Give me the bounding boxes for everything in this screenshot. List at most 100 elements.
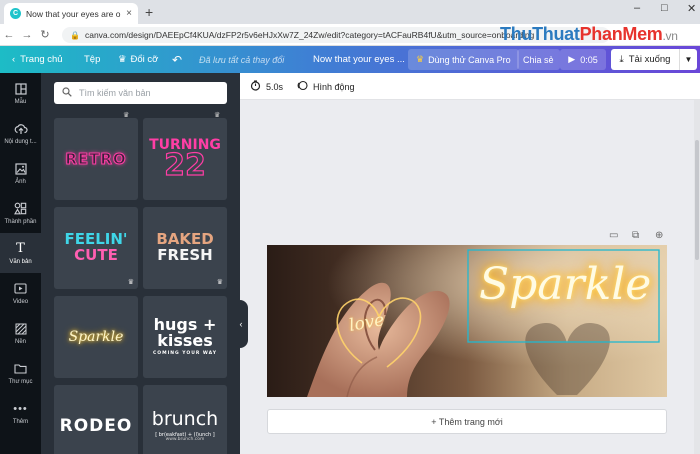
undo-icon[interactable]: ↶: [172, 46, 182, 73]
document-title[interactable]: Now that your eyes ...: [313, 46, 405, 73]
resize-label: Đổi cỡ: [130, 54, 159, 65]
preset-text: FRESH: [157, 246, 213, 264]
home-button[interactable]: ‹ Trang chủ: [12, 46, 63, 73]
browser-tab-title: Now that your eyes are open, m...: [26, 8, 121, 19]
rail-item-elements[interactable]: Thành phần: [0, 193, 41, 233]
maximize-window-button[interactable]: □: [661, 2, 668, 14]
preset-text-group: BAKED FRESH: [156, 231, 213, 264]
rail-item-templates[interactable]: Mẫu: [0, 73, 41, 113]
download-icon: ⤓: [619, 54, 624, 65]
watermark-part-1: ThuThuat: [500, 24, 580, 44]
crown-icon: ♛: [216, 279, 223, 286]
more-dots-icon: •••: [13, 402, 28, 415]
reload-icon[interactable]: ↻: [36, 28, 54, 41]
try-pro-label: Dùng thử Canva Pro: [428, 54, 511, 65]
minimize-window-button[interactable]: –: [634, 2, 640, 14]
close-window-button[interactable]: ✕: [687, 2, 696, 15]
download-button[interactable]: ⤓ Tải xuống ▼: [611, 49, 697, 70]
close-tab-icon[interactable]: ×: [126, 8, 132, 19]
rail-label: Nền: [14, 338, 26, 345]
rail-item-photos[interactable]: Ảnh: [0, 153, 41, 193]
text-preset-rodeo[interactable]: RODEO: [54, 385, 138, 454]
preset-text: RETRO: [65, 150, 127, 169]
chevron-down-icon[interactable]: ▼: [680, 55, 697, 64]
rail-label: Thêm: [12, 418, 29, 425]
side-rail: Mẫu Nội dung t... Ảnh Thành phần T Văn b…: [0, 73, 41, 454]
download-main[interactable]: ⤓ Tải xuống: [611, 49, 680, 70]
rail-item-folders[interactable]: Thư mục: [0, 353, 41, 393]
browser-tabstrip: C Now that your eyes are open, m... × + …: [0, 0, 700, 24]
share-button[interactable]: Chia sẻ: [517, 49, 560, 70]
templates-icon: [14, 82, 28, 96]
crown-icon: ♛: [127, 279, 134, 286]
preset-text-group: brunch [ br(eakfast) + (l)unch ] www.bru…: [151, 407, 219, 443]
text-preset-hugs-kisses[interactable]: hugs + kisses COMING YOUR WAY: [143, 296, 227, 378]
duration-button[interactable]: 5.0s: [250, 73, 283, 100]
rail-item-background[interactable]: Nền: [0, 313, 41, 353]
crown-icon: ♛: [416, 54, 425, 64]
preset-text-group: TURNING 22: [149, 138, 221, 180]
url-text: canva.com/design/DAEEpCf4KUA/dzFP2r5v6eH…: [84, 30, 535, 40]
rail-label: Video: [12, 298, 29, 305]
duration-label: 5.0s: [266, 81, 284, 92]
back-arrow-icon[interactable]: ←: [0, 29, 18, 41]
duplicate-page-icon[interactable]: ⧉: [632, 230, 639, 241]
preset-text: CUTE: [74, 246, 118, 264]
design-canvas[interactable]: love Sparkle: [267, 245, 667, 397]
browser-tab[interactable]: C Now that your eyes are open, m... ×: [4, 3, 138, 24]
text-preset-brunch[interactable]: brunch [ br(eakfast) + (l)unch ] www.bru…: [143, 385, 227, 454]
timer-icon: [250, 80, 261, 93]
save-status: Đã lưu tất cả thay đổi: [199, 54, 285, 65]
chevron-left-icon: ‹: [12, 54, 16, 65]
add-new-page-button[interactable]: + Thêm trang mới: [267, 409, 667, 434]
lock-icon: 🔒: [70, 30, 80, 40]
text-preset-feelin-cute[interactable]: FEELIN' CUTE ♛: [54, 207, 138, 289]
new-tab-button[interactable]: +: [145, 4, 153, 20]
background-pattern-icon: [14, 322, 28, 336]
canvas-sparkle-text[interactable]: Sparkle: [479, 259, 651, 310]
download-label: Tải xuống: [628, 54, 671, 65]
add-page-icon[interactable]: ⊕: [655, 230, 663, 241]
present-play-button[interactable]: ▶ 0:05: [560, 49, 606, 70]
upload-cloud-icon: [14, 122, 28, 136]
file-menu-button[interactable]: Tệp: [84, 46, 100, 73]
collapse-panel-button[interactable]: ‹: [234, 300, 248, 348]
text-preset-sparkle[interactable]: Sparkle: [54, 296, 138, 378]
preset-text-group: hugs + kisses COMING YOUR WAY: [153, 317, 217, 357]
text-preset-retro[interactable]: RETRO: [54, 118, 138, 200]
rail-item-uploads[interactable]: Nội dung t...: [0, 113, 41, 153]
forward-arrow-icon[interactable]: →: [18, 29, 36, 41]
chevron-left-icon: ‹: [239, 319, 243, 329]
rail-label: Ảnh: [15, 178, 26, 185]
notes-icon[interactable]: ▭: [609, 230, 618, 241]
home-label: Trang chủ: [20, 54, 63, 65]
rail-item-more[interactable]: ••• Thêm: [0, 393, 41, 433]
resize-button[interactable]: ♛ Đổi cỡ: [118, 46, 158, 73]
rail-item-video[interactable]: Video: [0, 273, 41, 313]
search-input[interactable]: [79, 88, 219, 98]
folder-icon: [14, 362, 28, 376]
canva-favicon-icon: C: [10, 8, 21, 19]
rail-label: Văn bản: [9, 258, 32, 265]
text-preset-baked-fresh[interactable]: BAKED FRESH ♛: [143, 207, 227, 289]
rail-item-text[interactable]: T Văn bản: [0, 233, 41, 273]
watermark-part-3: .vn: [662, 29, 678, 43]
try-canva-pro-button[interactable]: ♛ Dùng thử Canva Pro: [408, 49, 519, 70]
search-box[interactable]: [54, 82, 227, 104]
canvas-scrollbar[interactable]: [694, 100, 700, 454]
animate-button[interactable]: Hình động: [297, 73, 355, 100]
text-panel: ♛ ♛ RETRO TURNING 22 FEELIN' CUTE ♛ BAKE…: [41, 73, 240, 454]
rail-label: Thành phần: [4, 218, 37, 225]
search-icon: [62, 86, 72, 100]
preset-text: kisses: [157, 331, 213, 351]
preset-text: RODEO: [59, 416, 133, 436]
shapes-icon: [14, 202, 28, 216]
text-preset-turning-22[interactable]: TURNING 22: [143, 118, 227, 200]
preset-text: COMING YOUR WAY: [153, 351, 217, 357]
play-icon: ▶: [568, 54, 576, 64]
preset-text: Sparkle: [68, 329, 124, 345]
canva-topbar: ‹ Trang chủ Tệp ♛ Đổi cỡ ↶ Đã lưu tất cả…: [0, 46, 700, 73]
scrollbar-thumb[interactable]: [695, 140, 699, 260]
preset-text: brunch: [151, 407, 219, 430]
watermark-logo: ThuThuatPhanMem.vn: [500, 24, 678, 45]
